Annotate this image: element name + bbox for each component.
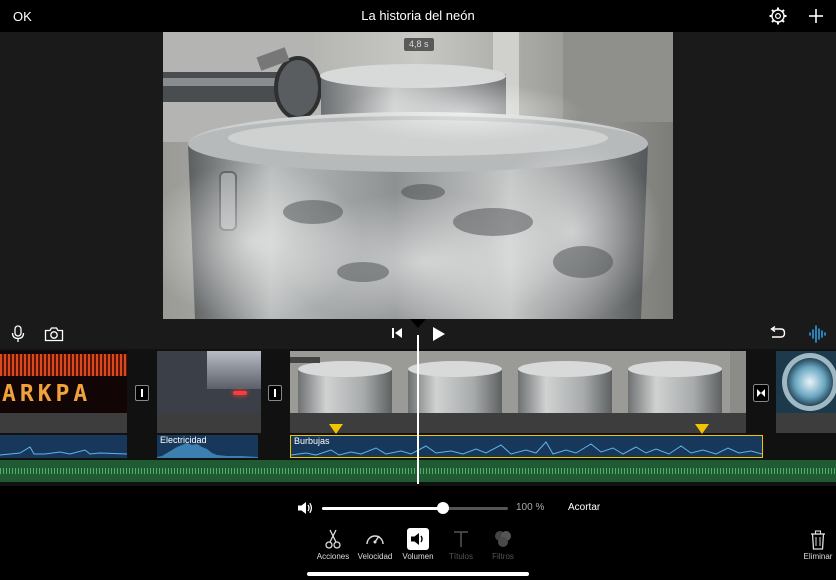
- speedometer-icon: [366, 535, 384, 545]
- action-label: Títulos: [448, 552, 473, 561]
- volume-slider-knob[interactable]: [436, 502, 449, 514]
- project-title: La historia del neón: [361, 8, 475, 23]
- settings-gear-icon[interactable]: [768, 6, 788, 26]
- action-label: Velocidad: [357, 552, 393, 561]
- porthole-shape: [782, 353, 836, 411]
- microphone-icon[interactable]: [10, 325, 26, 343]
- clip-laser[interactable]: [157, 351, 261, 413]
- undo-icon[interactable]: [768, 326, 786, 342]
- home-indicator[interactable]: [307, 572, 529, 576]
- volume-percent: 100 %: [516, 502, 545, 513]
- clip-duration-badge: 4,8 s: [404, 38, 434, 51]
- trim-button[interactable]: Acortar: [568, 502, 600, 513]
- play-icon[interactable]: [432, 326, 446, 342]
- laser-spot: [233, 391, 247, 395]
- delete-button[interactable]: Eliminar: [803, 530, 833, 561]
- clip-track-strip: [290, 413, 746, 433]
- trim-marker-right-icon[interactable]: [695, 424, 709, 435]
- playhead-line[interactable]: [417, 335, 419, 484]
- clip-porthole[interactable]: [776, 351, 836, 413]
- volume-slider-fill: [322, 507, 443, 510]
- volume-slider[interactable]: [322, 502, 508, 514]
- speed-button[interactable]: Velocidad: [353, 528, 397, 561]
- clip-thumbnails: [290, 351, 746, 413]
- audio-waveform-icon[interactable]: [808, 324, 826, 344]
- ok-button[interactable]: OK: [13, 9, 32, 24]
- add-media-plus-icon[interactable]: [806, 6, 826, 26]
- audio-clip-burbujas-selected[interactable]: Burbujas: [290, 435, 763, 458]
- trash-icon: [811, 530, 825, 550]
- audio-clip-electricidad[interactable]: Electricidad: [157, 435, 258, 458]
- playhead-marker: [410, 319, 426, 328]
- action-label: Acciones: [316, 552, 350, 561]
- camera-icon[interactable]: [44, 326, 64, 342]
- speaker-icon[interactable]: [297, 500, 313, 516]
- crossfade-transition-icon[interactable]: [753, 384, 769, 402]
- neon-lights-strip: [0, 354, 127, 376]
- audio-clip-label: Electricidad: [160, 435, 207, 445]
- title-t-icon: [454, 531, 468, 547]
- clip-inspector: 100 % Acortar Acciones Velocidad Volumen: [0, 486, 836, 580]
- audio-clip-label: Burbujas: [294, 436, 330, 446]
- audio-waveform: [291, 441, 762, 456]
- audio-clip-1[interactable]: [0, 435, 127, 458]
- filters-icon: [495, 531, 511, 547]
- trim-marker-left-icon[interactable]: [329, 424, 343, 435]
- action-label: Filtros: [492, 552, 514, 561]
- clip-track-strip: [0, 413, 127, 433]
- delete-label: Eliminar: [803, 552, 833, 561]
- volume-icon-box: [407, 528, 429, 550]
- video-preview[interactable]: [163, 32, 673, 319]
- transition-button-2[interactable]: [268, 385, 282, 401]
- titles-button[interactable]: Títulos: [439, 528, 483, 561]
- clip-track-strip: [157, 413, 261, 433]
- top-bar: OK La historia del neón: [0, 0, 836, 32]
- actions-button[interactable]: Acciones: [311, 528, 355, 561]
- clip-sign-text: ARKPA: [2, 381, 92, 407]
- clip-neon-sign[interactable]: ARKPA: [0, 351, 127, 413]
- volume-tab-button[interactable]: Volumen: [396, 528, 440, 561]
- clip-tank-selected[interactable]: [290, 351, 746, 413]
- skip-to-start-icon[interactable]: [391, 327, 403, 339]
- scissors-icon: [325, 529, 341, 549]
- video-frame-image: [163, 32, 673, 319]
- audio-waveform: [0, 446, 127, 456]
- filters-button[interactable]: Filtros: [481, 528, 525, 561]
- clip-track-strip: [776, 413, 836, 433]
- transition-button-1[interactable]: [135, 385, 149, 401]
- laser-head: [207, 351, 261, 389]
- action-label: Volumen: [402, 552, 434, 561]
- volume-icon: [411, 533, 423, 545]
